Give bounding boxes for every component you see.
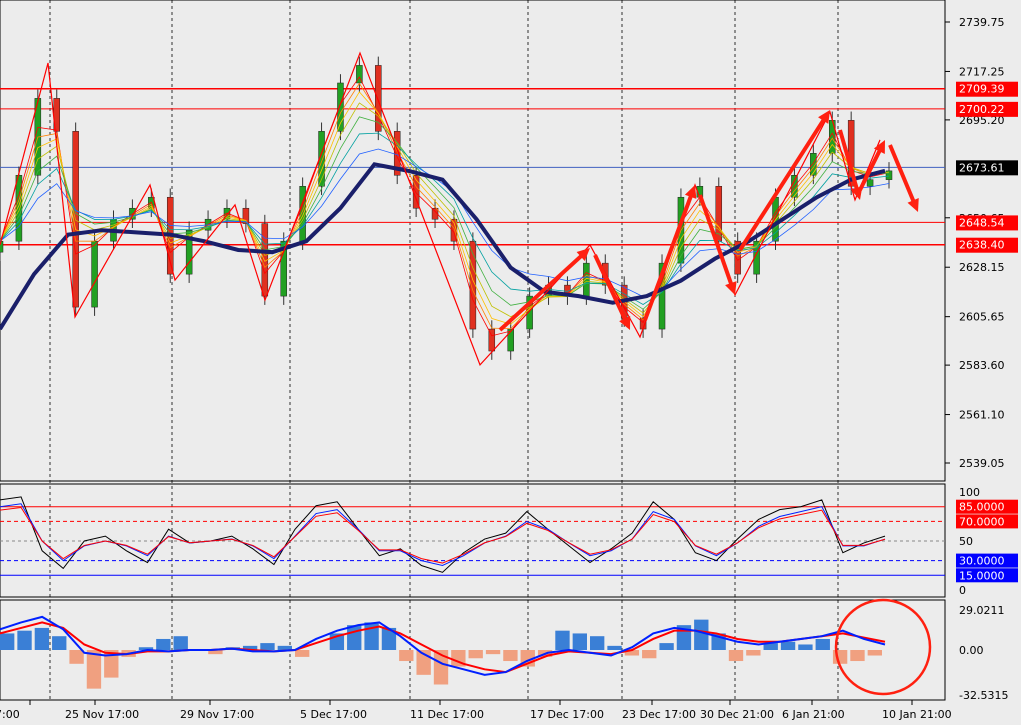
candle-body xyxy=(715,185,723,242)
x-tick-label: 6 Jan 21:00 xyxy=(782,708,845,721)
y-tick-label: 2583.60 xyxy=(959,359,1005,372)
x-tick-label: 30 Dec 21:00 xyxy=(700,708,774,721)
macd-histogram-bar xyxy=(746,650,761,656)
stoch-level-label: 15.0000 xyxy=(959,569,1005,582)
macd-histogram-bar xyxy=(69,650,84,664)
stochastic-panel xyxy=(0,483,946,598)
macd-tick-label: 29.0211 xyxy=(959,604,1005,617)
macd-histogram-bar xyxy=(17,630,32,650)
macd-histogram-bar xyxy=(798,644,813,650)
macd-histogram-bar xyxy=(642,650,657,659)
x-tick-label: 25 Nov 17:00 xyxy=(65,708,139,721)
x-tick-label: v 17:00 xyxy=(0,708,20,721)
y-tick-label: 2539.05 xyxy=(959,457,1005,470)
x-tick-label: 10 Jan 21:00 xyxy=(882,708,952,721)
x-tick-label: 17 Dec 17:00 xyxy=(530,708,604,721)
stoch-level-label: 70.0000 xyxy=(959,515,1005,528)
macd-histogram-bar xyxy=(399,650,414,662)
macd-histogram-bar xyxy=(156,638,171,650)
stoch-tick-label: 100 xyxy=(959,486,980,499)
macd-histogram-bar xyxy=(347,625,362,650)
y-tick-label: 2628.15 xyxy=(959,261,1005,274)
macd-tick-label: 0.00 xyxy=(959,644,984,657)
price-label: 2638.40 xyxy=(959,239,1005,252)
macd-histogram-bar xyxy=(694,619,709,650)
candle-body xyxy=(299,185,306,242)
candle-body xyxy=(507,328,514,352)
macd-histogram-bar xyxy=(86,650,102,689)
candle-body xyxy=(583,262,590,297)
macd-histogram-bar xyxy=(815,638,830,650)
y-tick-label: 2717.25 xyxy=(959,65,1005,78)
macd-histogram-bar xyxy=(867,650,882,656)
macd-histogram-bar xyxy=(728,650,744,662)
candle-body xyxy=(866,179,874,187)
macd-histogram-bar xyxy=(34,627,50,650)
stoch-level-label: 85.0000 xyxy=(959,501,1005,514)
candle-body xyxy=(15,175,23,242)
trading-chart[interactable]: 2739.752717.252695.202650.652628.152605.… xyxy=(0,0,1021,725)
macd-histogram-bar xyxy=(607,645,622,650)
stoch-level-label: 30.0000 xyxy=(959,555,1005,568)
y-tick-label: 2605.65 xyxy=(959,311,1005,324)
macd-histogram-bar xyxy=(468,650,483,659)
price-label: 2700.22 xyxy=(959,103,1005,116)
stoch-tick-label: 0 xyxy=(959,584,966,597)
price-label: 2709.39 xyxy=(959,83,1005,96)
macd-histogram-bar xyxy=(659,643,674,650)
candle-body xyxy=(91,240,98,308)
macd-histogram-bar xyxy=(555,630,570,650)
macd-histogram-bar xyxy=(173,636,188,650)
macd-tick-label: -32.5315 xyxy=(959,689,1008,702)
macd-histogram-bar xyxy=(260,643,275,650)
macd-histogram-bar xyxy=(503,650,518,662)
x-tick-label: 5 Dec 17:00 xyxy=(300,708,367,721)
macd-histogram-bar xyxy=(572,633,587,650)
macd-histogram-bar xyxy=(590,636,605,650)
price-label: 2648.54 xyxy=(959,216,1005,229)
y-tick-label: 2561.10 xyxy=(959,409,1005,422)
macd-histogram-bar xyxy=(295,650,310,657)
x-tick-label: 23 Dec 17:00 xyxy=(622,708,696,721)
x-tick-label: 11 Dec 17:00 xyxy=(410,708,484,721)
chart-svg[interactable]: 2739.752717.252695.202650.652628.152605.… xyxy=(0,0,1021,725)
stoch-tick-label: 50 xyxy=(959,535,973,548)
macd-histogram-bar xyxy=(0,633,15,650)
x-tick-label: 29 Nov 17:00 xyxy=(180,708,254,721)
macd-histogram-bar xyxy=(52,636,67,650)
price-label: 2673.61 xyxy=(959,161,1005,174)
macd-histogram-bar xyxy=(780,641,796,650)
macd-histogram-bar xyxy=(850,650,865,662)
y-tick-label: 2739.75 xyxy=(959,16,1005,29)
macd-histogram-bar xyxy=(485,650,501,655)
